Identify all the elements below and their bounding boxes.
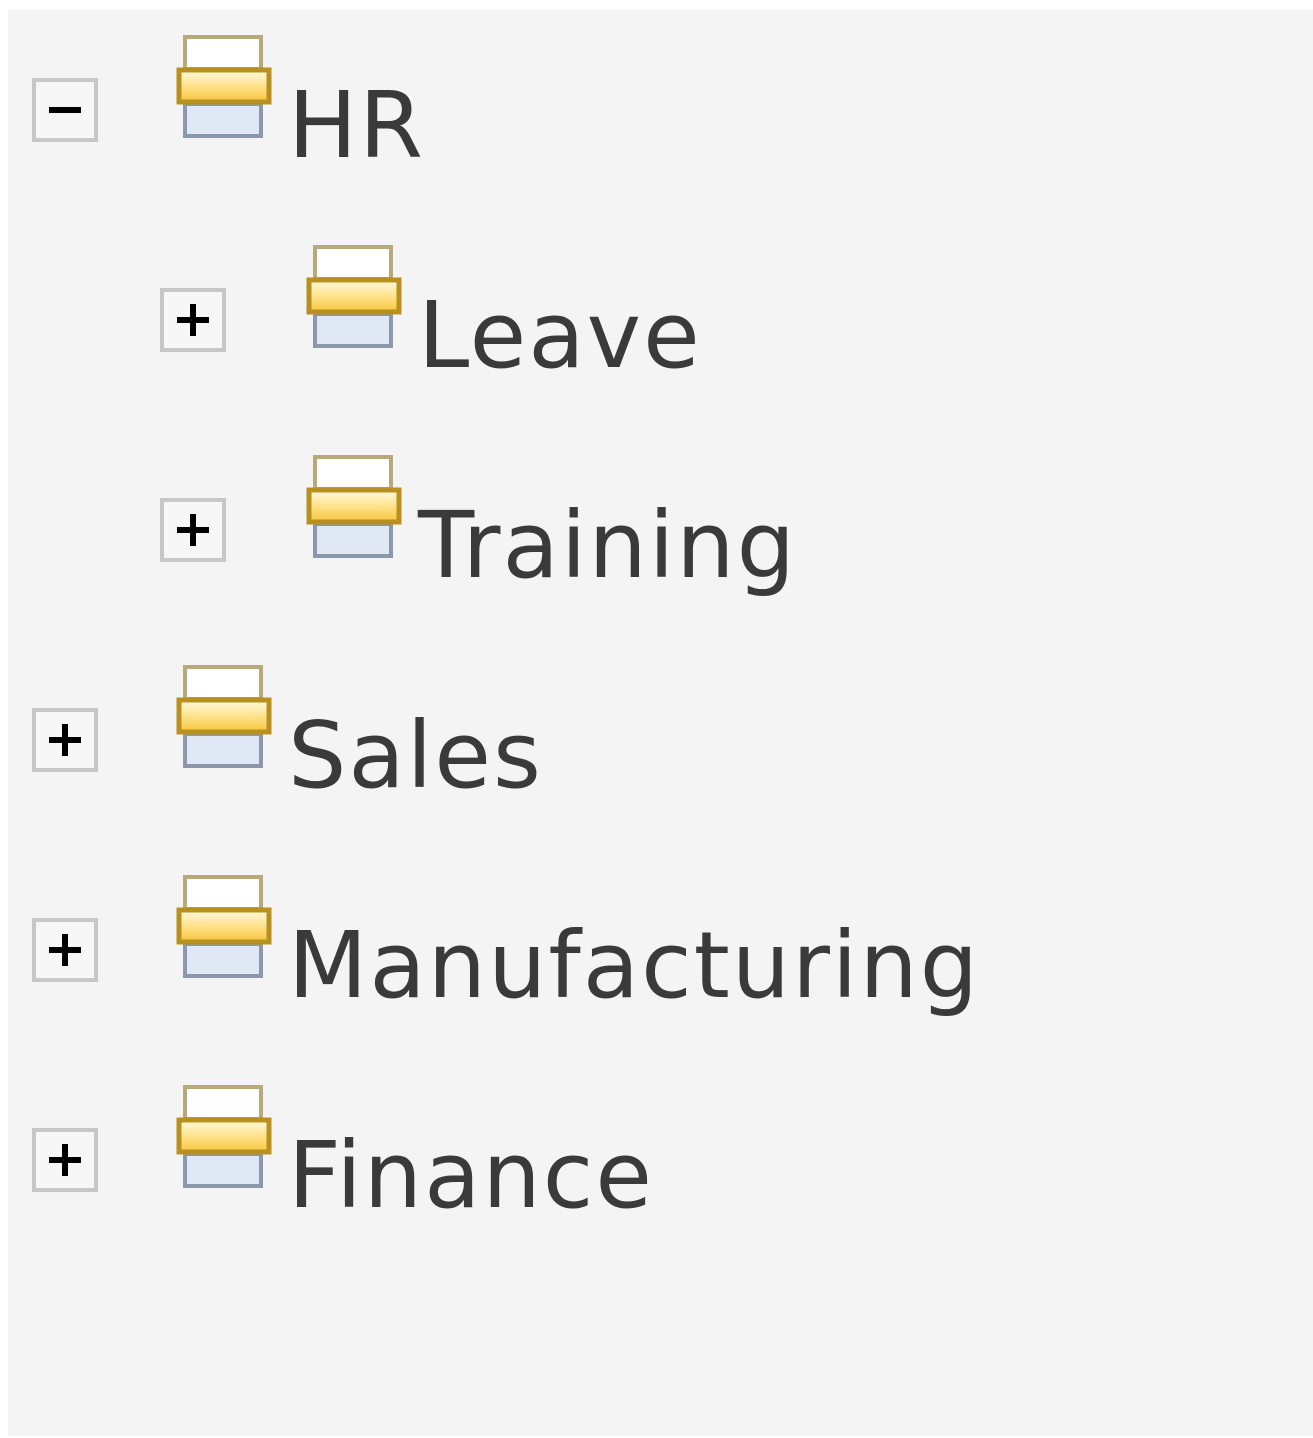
- expand-toggle[interactable]: [32, 918, 98, 982]
- tree-node-label: Manufacturing: [288, 912, 981, 1019]
- expand-toggle[interactable]: [160, 288, 226, 352]
- tree-node-label: Sales: [288, 702, 543, 809]
- tree-node-manufacturing[interactable]: Manufacturing: [8, 850, 1048, 1012]
- tree-node-finance[interactable]: Finance: [8, 1060, 708, 1222]
- collapse-toggle[interactable]: [32, 78, 98, 142]
- tree-node-label: Leave: [418, 282, 702, 389]
- tree-node-label: Training: [418, 492, 798, 599]
- tree-node-icon: [306, 455, 402, 558]
- tree-node-icon: [176, 665, 272, 768]
- tree-node-hr[interactable]: HR: [8, 10, 468, 172]
- expand-toggle[interactable]: [32, 708, 98, 772]
- expand-toggle[interactable]: [160, 498, 226, 562]
- tree-node-sales[interactable]: Sales: [8, 640, 588, 802]
- tree-node-leave[interactable]: Leave: [8, 220, 748, 382]
- tree-node-icon: [176, 35, 272, 138]
- minus-icon: [49, 107, 81, 113]
- tree-node-label: Finance: [288, 1122, 654, 1229]
- tree-node-label: HR: [288, 72, 426, 179]
- tree-node-icon: [176, 1085, 272, 1188]
- tree-node-training[interactable]: Training: [8, 430, 848, 592]
- tree-node-icon: [176, 875, 272, 978]
- tree-node-icon: [306, 245, 402, 348]
- expand-toggle[interactable]: [32, 1128, 98, 1192]
- tree-view: HR Leave Training Sales Manufacturing Fi…: [8, 10, 1313, 1436]
